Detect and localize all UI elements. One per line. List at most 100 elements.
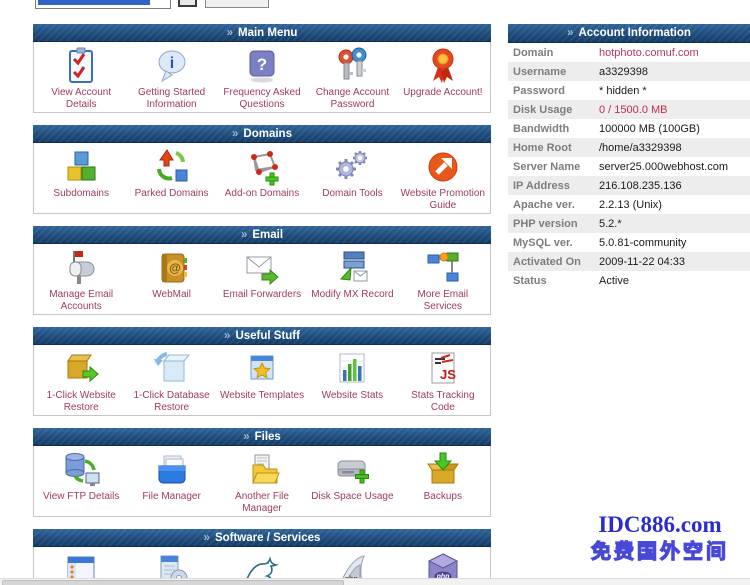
- menu-item-add-on-domains[interactable]: Add-on Domains: [217, 146, 307, 211]
- addon-domains-icon: [242, 146, 282, 188]
- menu-item-1-click-database-restore[interactable]: 1-Click Database Restore: [126, 348, 216, 413]
- chevron-icon: »: [567, 27, 573, 39]
- input-selection: [38, 0, 150, 5]
- panel-header: »Software / Services: [33, 529, 491, 547]
- account-row-bandwidth: Bandwidth 100000 MB (100GB): [508, 119, 750, 138]
- panel-useful-stuff: » Useful Stuff 1-Click Website Restore 1-…: [33, 327, 491, 416]
- parked-domains-icon: [152, 146, 192, 188]
- watermark: IDC886.com 免费国外空间: [574, 512, 746, 564]
- menu-item-another-file-manager[interactable]: Another File Manager: [217, 449, 307, 514]
- menu-item-label: Website Templates: [218, 390, 306, 402]
- menu-item-label: More Email Services: [398, 289, 488, 312]
- panel-body: Subdomains Parked Domains Add-on Domains…: [33, 143, 491, 214]
- account-row-domain: Domain hotphoto.comuf.com: [508, 43, 750, 62]
- panel-body: 1-Click Website Restore 1-Click Database…: [33, 345, 491, 416]
- menu-item-label: Frequency Asked Questions: [217, 87, 307, 110]
- scrollbar-thumb[interactable]: [2, 580, 344, 585]
- menu-item-webmail[interactable]: @ WebMail: [126, 247, 216, 312]
- menu-item-frequency-asked-questions[interactable]: ? Frequency Asked Questions: [217, 45, 307, 110]
- menu-item-upgrade-account[interactable]: Upgrade Account!: [398, 45, 488, 110]
- domain-input[interactable]: [35, 0, 171, 9]
- menu-item-1-click-website-restore[interactable]: 1-Click Website Restore: [36, 348, 126, 413]
- chevron-icon: »: [232, 128, 238, 140]
- panel-main-menu: »Main Menu View Account Details i Gettin…: [33, 24, 491, 113]
- panel-title: Files: [255, 431, 281, 443]
- account-row-label: Home Root: [508, 142, 599, 154]
- chevron-icon: »: [224, 330, 230, 342]
- menu-item-parked-domains[interactable]: Parked Domains: [126, 146, 216, 211]
- account-row-disk-usage: Disk Usage 0 / 1500.0 MB: [508, 100, 750, 119]
- menu-item-subdomains[interactable]: Subdomains: [36, 146, 126, 211]
- award-ribbon-icon: [423, 45, 463, 87]
- account-row-value: server25.000webhost.com: [599, 161, 728, 173]
- account-row-username: Username a3329398: [508, 62, 750, 81]
- svg-text:JS: JS: [440, 367, 456, 382]
- menu-item-email-forwarders[interactable]: Email Forwarders: [217, 247, 307, 312]
- menu-item-label: 1-Click Database Restore: [126, 390, 216, 413]
- menu-item-modify-mx-record[interactable]: Modify MX Record: [307, 247, 397, 312]
- menu-item-view-account-details[interactable]: View Account Details: [36, 45, 126, 110]
- account-row-value: 216.108.235.136: [599, 180, 682, 192]
- menu-item-website-promotion-guide[interactable]: Website Promotion Guide: [398, 146, 488, 211]
- menu-item-disk-space-usage[interactable]: Disk Space Usage: [307, 449, 397, 514]
- account-row-value: a3329398: [599, 66, 648, 78]
- disk-usage-icon: [332, 449, 372, 491]
- page: Create New »Main Menu View Account Detai…: [0, 0, 750, 585]
- top-toolbar: Create New: [0, 0, 320, 9]
- menu-item-label: Upgrade Account!: [401, 87, 485, 99]
- menu-item-change-account-password[interactable]: Change Account Password: [307, 45, 397, 110]
- menu-item-website-templates[interactable]: Website Templates: [217, 348, 307, 413]
- account-row-value: 0 / 1500.0 MB: [599, 104, 668, 116]
- gears-icon: [332, 146, 372, 188]
- go-button[interactable]: [178, 0, 197, 7]
- svg-text:i: i: [169, 55, 173, 72]
- chevron-icon: »: [204, 532, 210, 544]
- menu-item-getting-started-information[interactable]: i Getting Started Information: [126, 45, 216, 110]
- menu-item-label: WebMail: [150, 289, 193, 301]
- website-templates-icon: [242, 348, 282, 390]
- menu-item-view-ftp-details[interactable]: View FTP Details: [36, 449, 126, 514]
- panel-body: View Account Details i Getting Started I…: [33, 42, 491, 113]
- svg-text:?: ?: [257, 55, 267, 74]
- account-information-panel: »Account Information Domain hotphoto.com…: [508, 24, 750, 290]
- backups-icon: [423, 449, 463, 491]
- menu-item-label: File Manager: [140, 491, 202, 503]
- panel-title: Useful Stuff: [235, 330, 300, 342]
- menu-item-label: Add-on Domains: [223, 188, 301, 200]
- account-row-activated-on: Activated On 2009-11-22 04:33: [508, 252, 750, 271]
- menu-item-backups[interactable]: Backups: [398, 449, 488, 514]
- file-manager-icon: [152, 449, 192, 491]
- menu-item-label: Stats Tracking Code: [398, 390, 488, 413]
- question-square-icon: ?: [242, 45, 282, 87]
- account-row-server-name: Server Name server25.000webhost.com: [508, 157, 750, 176]
- menu-item-label: Subdomains: [51, 188, 111, 200]
- panel-header: »Domains: [33, 125, 491, 143]
- menu-item-label: Getting Started Information: [126, 87, 216, 110]
- create-new-button[interactable]: Create New: [205, 0, 269, 8]
- another-file-icon: [242, 449, 282, 491]
- menu-item-website-stats[interactable]: Website Stats: [307, 348, 397, 413]
- account-row-label: Username: [508, 66, 599, 78]
- panel-email: »Email Manage Email Accounts @ WebMail E…: [33, 226, 491, 315]
- menu-item-stats-tracking-code[interactable]: JS Stats Tracking Code: [398, 348, 488, 413]
- panel-files: » Files View FTP Details File Manager Ano…: [33, 428, 491, 517]
- account-row-label: Disk Usage: [508, 104, 599, 116]
- account-row-value: * hidden *: [599, 85, 647, 97]
- menu-item-more-email-services[interactable]: More Email Services: [398, 247, 488, 312]
- account-row-label: MySQL ver.: [508, 237, 599, 249]
- account-row-password: Password * hidden *: [508, 81, 750, 100]
- chevron-icon: »: [227, 27, 233, 39]
- account-row-value: 5.2.*: [599, 218, 622, 230]
- menu-item-label: View Account Details: [36, 87, 126, 110]
- webmail-book-icon: @: [152, 247, 192, 289]
- account-row-label: Bandwidth: [508, 123, 599, 135]
- menu-item-manage-email-accounts[interactable]: Manage Email Accounts: [36, 247, 126, 312]
- menu-item-file-manager[interactable]: File Manager: [126, 449, 216, 514]
- horizontal-scrollbar[interactable]: [0, 578, 750, 585]
- account-row-value: 5.0.81-community: [599, 237, 686, 249]
- account-row-value[interactable]: hotphoto.comuf.com: [599, 47, 699, 59]
- panel-body: View FTP Details File Manager Another Fi…: [33, 446, 491, 517]
- database-restore-icon: [152, 348, 192, 390]
- menu-item-domain-tools[interactable]: Domain Tools: [307, 146, 397, 211]
- chevron-icon: »: [243, 431, 249, 443]
